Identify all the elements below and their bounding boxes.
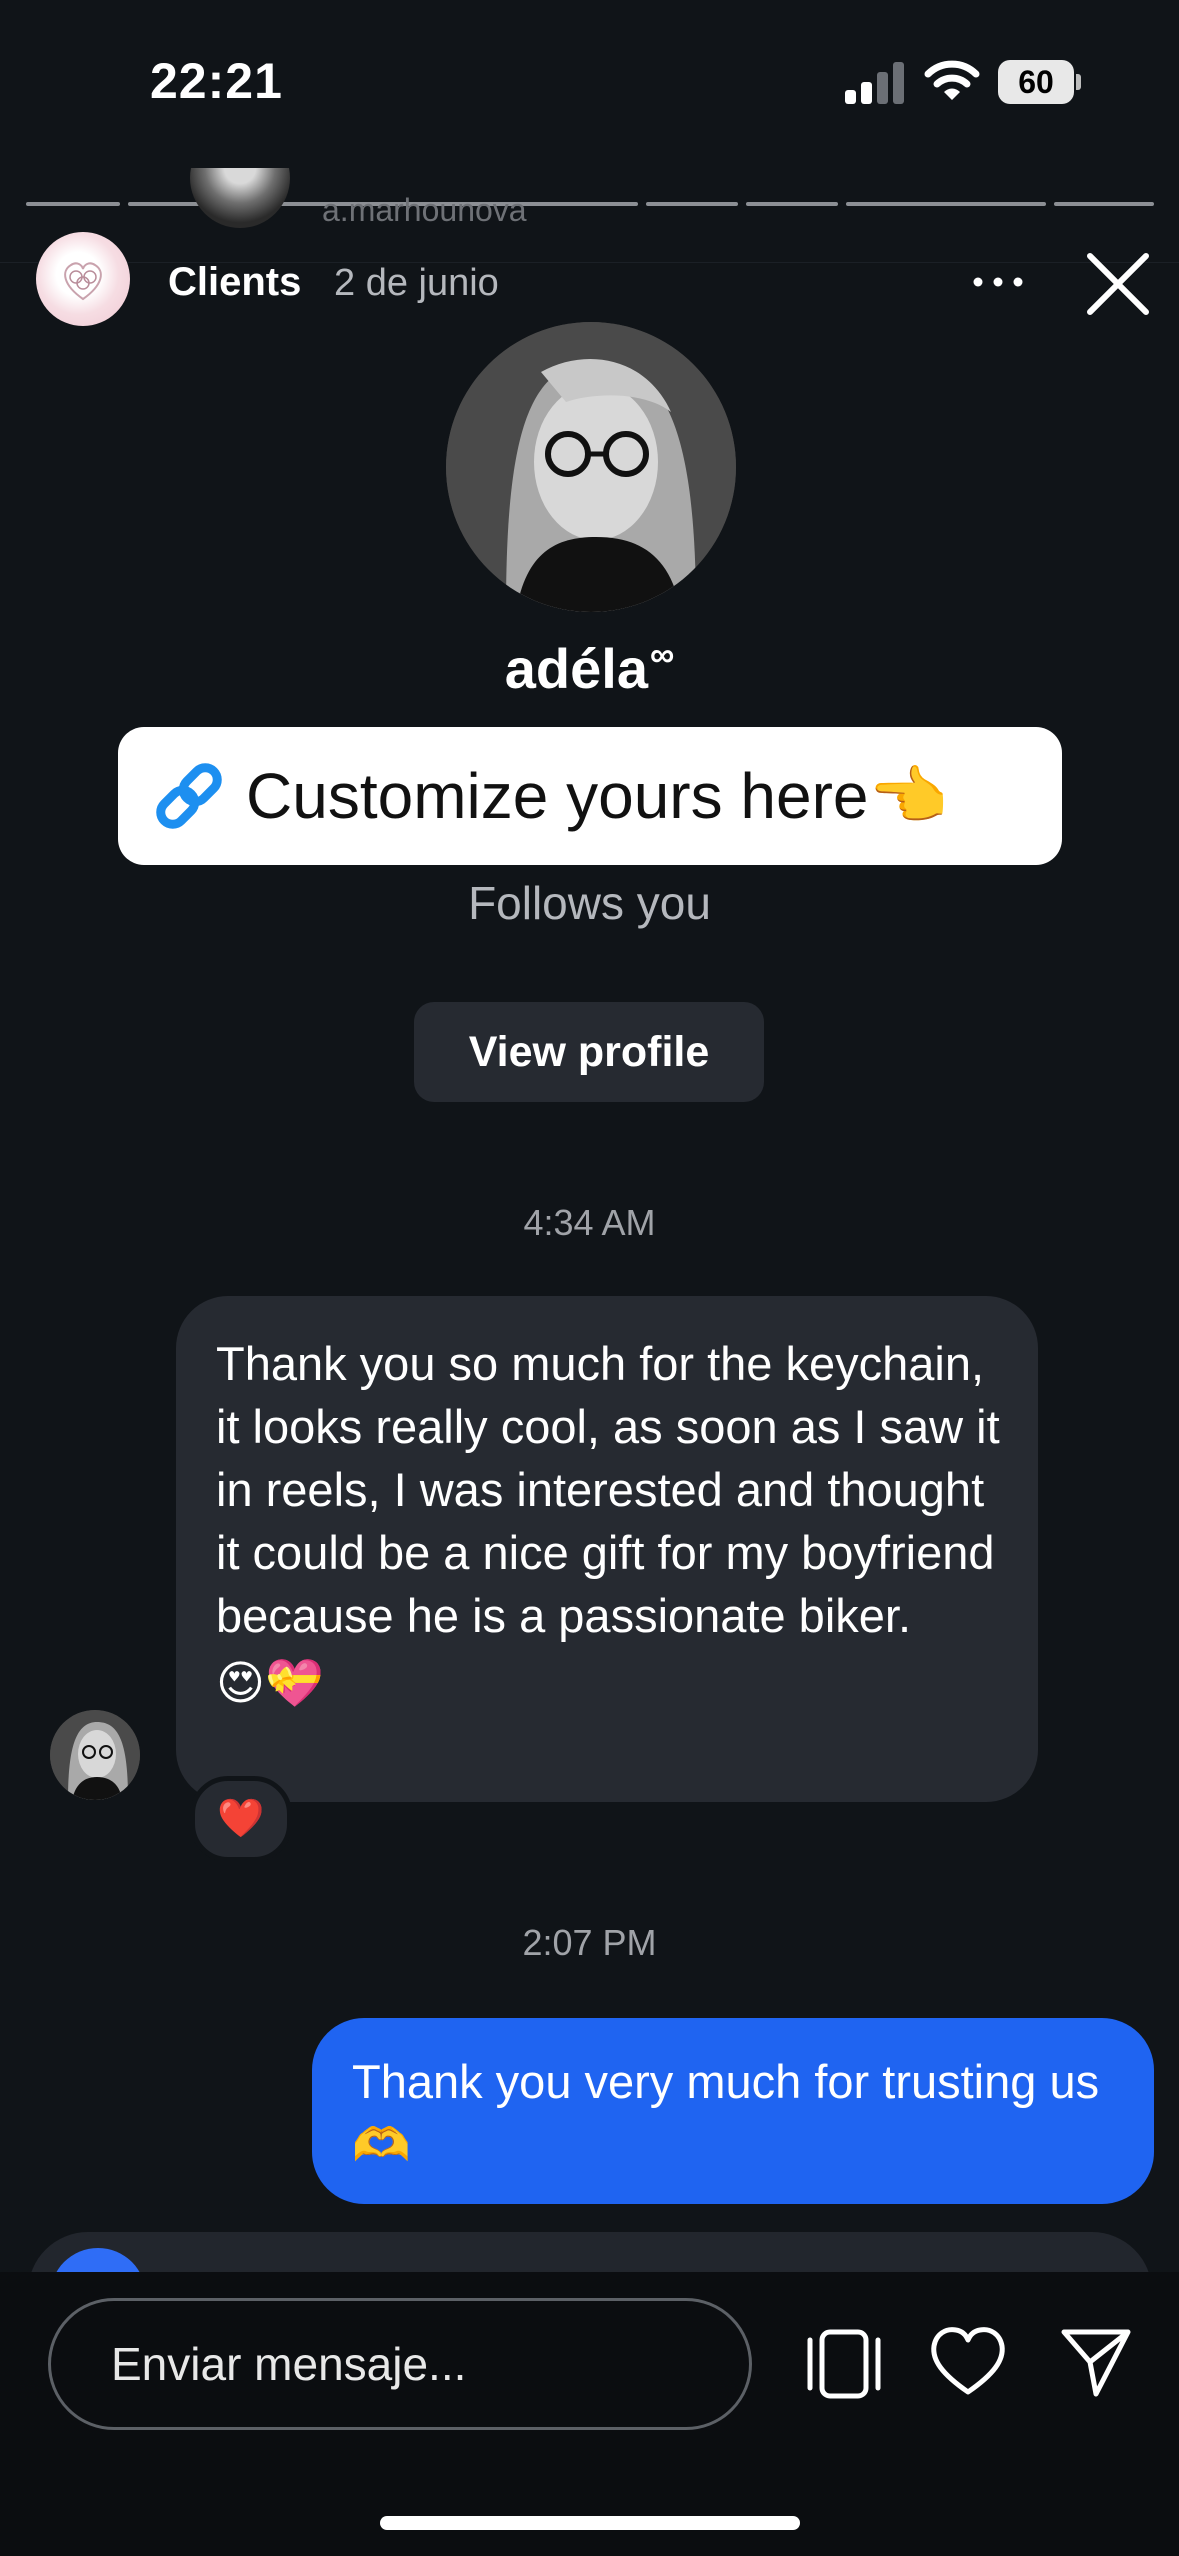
link-sticker-text: Customize yours here👈	[246, 759, 949, 832]
incoming-message-text: Thank you so much for the keychain, it l…	[216, 1337, 1000, 1642]
follows-you-label: Follows you	[468, 877, 711, 929]
progress-segment	[746, 202, 838, 206]
sender-avatar-image	[50, 1710, 140, 1800]
sender-avatar[interactable]	[50, 1710, 140, 1800]
status-time: 22:21	[150, 53, 283, 109]
brand-logo[interactable]	[36, 232, 130, 326]
outgoing-message-text: Thank you very much for trusting us 🫶	[352, 2055, 1100, 2171]
close-icon[interactable]	[1082, 248, 1154, 320]
message-timestamp: 2:07 PM	[522, 1922, 657, 1963]
profile-name-row: adéla∞	[0, 636, 1179, 701]
progress-segment	[26, 202, 120, 206]
link-sticker[interactable]: Customize yours here👈	[118, 727, 1062, 865]
wifi-icon	[924, 60, 980, 100]
infinity-symbol: ∞	[649, 636, 675, 674]
reaction-heart: ❤️	[217, 1798, 265, 1840]
more-icon[interactable]	[968, 262, 1028, 302]
progress-segment	[846, 202, 1046, 206]
send-icon[interactable]	[1058, 2324, 1134, 2400]
battery-icon: 60	[998, 60, 1074, 104]
reaction-badge[interactable]: ❤️	[190, 1776, 292, 1862]
home-indicator	[380, 2516, 800, 2530]
incoming-message-emojis: 😍💝	[216, 1656, 324, 1709]
story-account-name[interactable]: Clients	[168, 260, 301, 305]
incoming-message-bubble[interactable]: Thank you so much for the keychain, it l…	[176, 1296, 1038, 1802]
underlying-story-strip: a.marhounova	[0, 168, 1179, 260]
outgoing-message-bubble[interactable]: Thank you very much for trusting us 🫶	[312, 2018, 1154, 2204]
heart-knot-icon	[64, 262, 102, 301]
battery-cap	[1076, 74, 1081, 90]
message-timestamp: 4:34 AM	[523, 1202, 656, 1243]
profile-photo-image	[446, 322, 736, 612]
heart-icon[interactable]	[928, 2324, 1008, 2400]
profile-name: adéla	[504, 637, 648, 700]
signal-icon	[845, 62, 904, 104]
message-input[interactable]	[48, 2298, 752, 2430]
stack-icon[interactable]	[800, 2326, 888, 2402]
profile-photo[interactable]	[446, 322, 736, 612]
progress-segment	[1054, 202, 1154, 206]
progress-segment	[646, 202, 738, 206]
view-profile-button[interactable]: View profile	[414, 1002, 764, 1102]
story-date: 2 de junio	[334, 262, 499, 304]
link-icon	[156, 763, 222, 829]
underlying-username: a.marhounova	[322, 192, 527, 228]
underlying-avatar	[190, 168, 290, 228]
